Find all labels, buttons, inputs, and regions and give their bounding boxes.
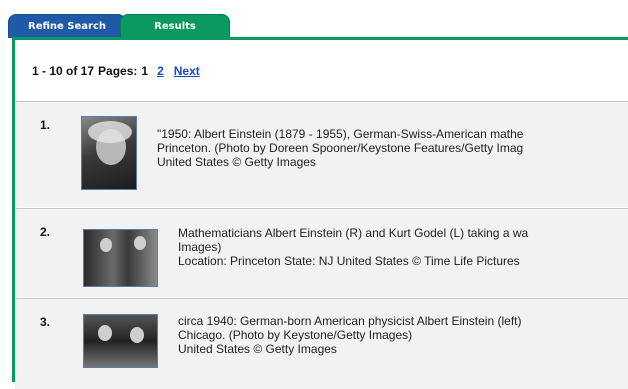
result-description: "1950: Albert Einstein (1879 - 1955), Ge…	[157, 127, 524, 169]
tab-results[interactable]: Results	[120, 14, 230, 38]
pages-label: Pages:	[98, 64, 138, 78]
results-panel: 1 - 10 of 17 Pages: 1 2 Next 1. "1950: A…	[12, 37, 628, 389]
result-description: Mathematicians Albert Einstein (R) and K…	[178, 226, 529, 268]
result-thumbnail[interactable]	[83, 229, 158, 287]
tab-refine-search[interactable]: Refine Search	[8, 14, 126, 38]
current-page: 1	[141, 64, 149, 78]
result-thumbnail[interactable]	[81, 116, 137, 190]
result-row: 3. circa 1940: German-born American phys…	[15, 298, 628, 389]
pagination-bar: 1 - 10 of 17 Pages: 1 2 Next	[15, 40, 628, 102]
result-row: 2. Mathematicians Albert Einstein (R) an…	[15, 208, 628, 297]
result-range: 1 - 10 of 17	[32, 64, 95, 78]
result-number: 1.	[40, 118, 51, 132]
result-description: circa 1940: German-born American physici…	[178, 314, 522, 356]
result-number: 3.	[40, 315, 51, 329]
page-2-link[interactable]: 2	[157, 64, 164, 78]
result-number: 2.	[40, 225, 51, 239]
result-thumbnail[interactable]	[83, 314, 158, 368]
result-row: 1. "1950: Albert Einstein (1879 - 1955),…	[15, 101, 628, 207]
next-page-link[interactable]: Next	[174, 64, 200, 78]
